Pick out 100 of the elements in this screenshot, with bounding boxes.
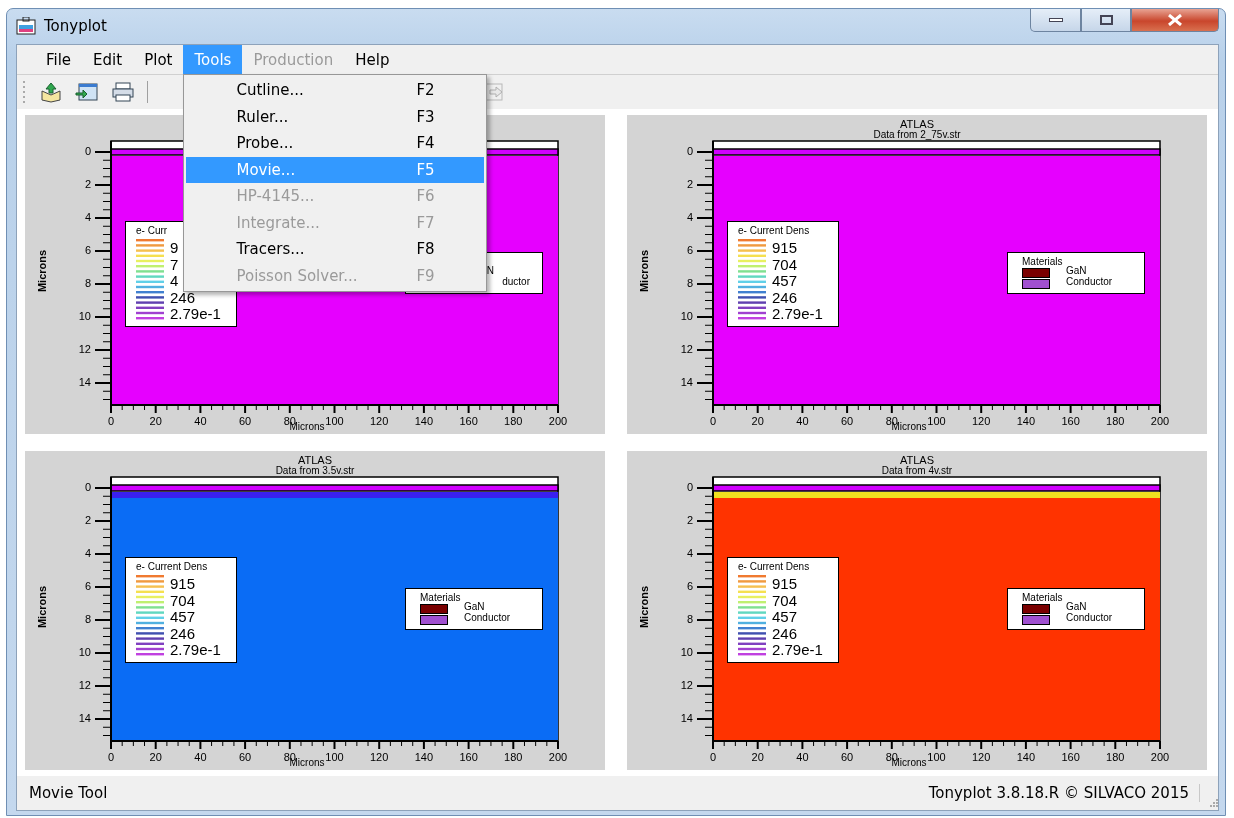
box-with-arrow-icon[interactable] [39, 81, 63, 103]
dropdown-menu-item[interactable]: Tracers... F8 [186, 236, 485, 263]
x-tick-label: 20 [750, 751, 765, 763]
y-tick-label: 0 [84, 481, 91, 493]
legend-value: 2.79e-1 [170, 642, 221, 658]
window-title: Tonyplot [44, 17, 107, 35]
arrow-box-icon[interactable] [484, 81, 506, 103]
printer-icon[interactable] [111, 81, 135, 103]
y-tick-label: 4 [686, 211, 693, 223]
plot-title: ATLAS [297, 454, 333, 466]
material-name: Conductor [464, 612, 511, 623]
y-axis-label: Microns [638, 584, 650, 631]
y-tick-label: 0 [686, 481, 693, 493]
plot-subtitle: Data from 4v.str [880, 465, 954, 476]
y-tick-label: 10 [680, 646, 693, 658]
material-name: N [486, 265, 494, 276]
y-tick-label: 8 [84, 277, 91, 289]
legend-value: 915 [170, 576, 196, 592]
x-tick-label: 160 [1060, 415, 1081, 427]
y-axis-label: Microns [36, 584, 48, 631]
x-tick-label: 160 [458, 415, 479, 427]
y-tick-label: 12 [680, 343, 693, 355]
plot-title: ATLAS [899, 118, 935, 130]
maximize-button[interactable] [1081, 9, 1131, 32]
legend-value: 246 [170, 625, 196, 642]
legend-title: e- Curr [136, 225, 168, 236]
legend-value: 246 [772, 289, 798, 306]
status-message: Movie Tool [29, 784, 108, 802]
y-tick-label: 12 [680, 679, 693, 691]
legend-value: 2.79e-1 [772, 642, 823, 658]
close-icon [1167, 14, 1183, 26]
resize-grip-icon [1208, 797, 1218, 807]
x-tick-label: 160 [458, 751, 479, 763]
legend-value: 7 [170, 256, 179, 273]
app-icon [16, 17, 36, 35]
x-tick-label: 200 [547, 415, 569, 427]
x-tick-label: 180 [1105, 415, 1126, 427]
material-name: GaN [1066, 601, 1087, 612]
x-tick-label: 140 [413, 751, 435, 763]
x-tick-label: 120 [971, 415, 992, 427]
y-tick-label: 14 [78, 376, 91, 388]
y-tick-label: 0 [84, 145, 91, 157]
legend-value: 915 [772, 240, 798, 256]
toolbar-grip-icon [23, 81, 27, 103]
x-tick-label: 0 [106, 751, 116, 763]
y-tick-label: 8 [84, 613, 91, 625]
legend-value: 915 [772, 576, 798, 592]
menu-item[interactable]: Edit [82, 45, 134, 74]
y-tick-label: 8 [686, 613, 693, 625]
legend-title: e- Current Dens [136, 561, 208, 572]
y-tick-label: 2 [686, 514, 693, 526]
dropdown-menu-item[interactable]: Cutline... F2 [186, 77, 485, 104]
plot-subtitle: Data from 3.5v.str [274, 465, 356, 476]
y-tick-label: 14 [680, 376, 693, 388]
x-tick-label: 180 [1105, 751, 1126, 763]
x-tick-label: 0 [708, 751, 718, 763]
dropdown-menu-item[interactable]: Probe... F4 [186, 130, 485, 157]
x-tick-label: 200 [1149, 415, 1171, 427]
menu-item[interactable]: File [35, 45, 83, 74]
legend-value: 457 [772, 609, 798, 625]
version-text: Tonyplot 3.8.18.R © SILVACO 2015 [928, 784, 1200, 802]
legend-value: 2.79e-1 [170, 306, 221, 322]
x-tick-label: 0 [708, 415, 718, 427]
y-tick-label: 4 [84, 547, 91, 559]
plot-title: ATLAS [899, 454, 935, 466]
y-tick-label: 2 [84, 514, 91, 526]
y-tick-label: 6 [686, 244, 693, 256]
legend-title: Materials [1022, 256, 1063, 267]
legend-title: Materials [1022, 592, 1063, 603]
legend-value: 704 [772, 256, 798, 273]
legend-value: 457 [772, 273, 798, 289]
dropdown-menu-item[interactable]: Ruler... F3 [186, 103, 485, 130]
y-tick-label: 8 [686, 277, 693, 289]
minimize-button[interactable] [1030, 9, 1081, 32]
y-tick-label: 0 [686, 145, 693, 157]
y-axis-label: Microns [36, 248, 48, 295]
legend-value: 246 [772, 625, 798, 642]
x-tick-label: 60 [237, 415, 253, 427]
x-tick-label: 200 [1149, 751, 1171, 763]
legend-title: e- Current Dens [738, 225, 810, 236]
menu-item[interactable]: Help [344, 45, 401, 74]
legend-title: e- Current Dens [738, 561, 810, 572]
menu-item[interactable]: Plot [133, 45, 184, 74]
x-tick-label: 120 [369, 415, 390, 427]
legend-value: 704 [170, 592, 196, 609]
y-tick-label: 6 [84, 244, 91, 256]
material-name: ductor [502, 276, 530, 287]
legend-value: 457 [170, 609, 196, 625]
legend-value: 704 [772, 592, 798, 609]
x-tick-label: 20 [148, 751, 163, 763]
maximize-icon [1099, 15, 1113, 25]
y-tick-label: 10 [680, 310, 693, 322]
close-button[interactable] [1131, 9, 1219, 32]
x-tick-label: 60 [839, 751, 855, 763]
x-tick-label: 60 [839, 415, 855, 427]
x-tick-label: 60 [237, 751, 253, 763]
material-name: GaN [464, 601, 485, 612]
legend-value: 246 [170, 289, 196, 306]
legend-value: 2.79e-1 [772, 306, 823, 322]
y-tick-label: 14 [680, 712, 693, 724]
